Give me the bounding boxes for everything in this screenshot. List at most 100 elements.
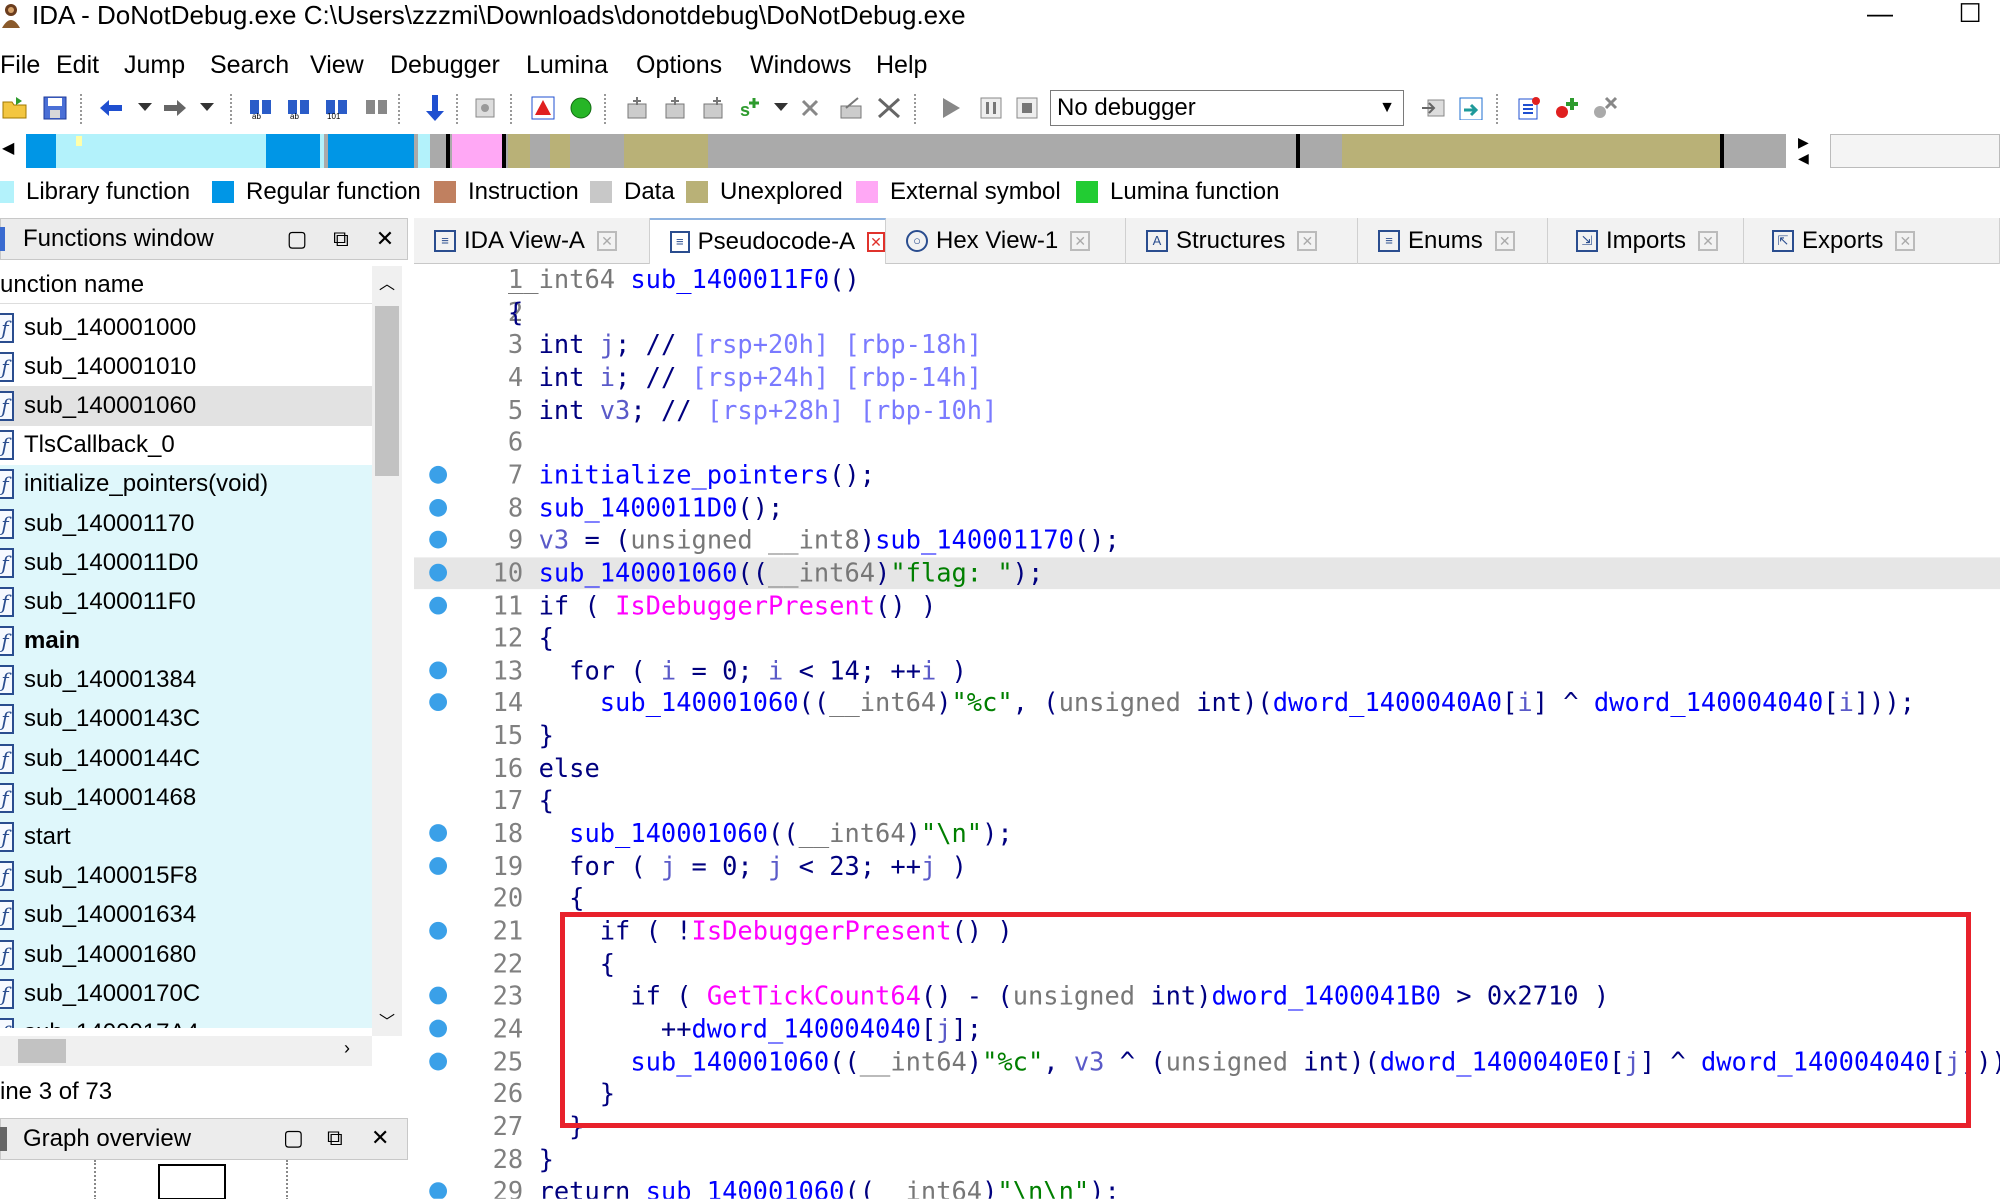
menu-file[interactable]: File xyxy=(0,46,40,84)
close-icon[interactable]: ✕ xyxy=(1895,231,1916,251)
chevron-down-icon[interactable] xyxy=(192,93,222,123)
close-icon[interactable]: ✕ xyxy=(1494,231,1515,251)
script-icon[interactable] xyxy=(470,93,500,123)
function-list-item[interactable]: f sub_140001010 xyxy=(0,347,372,386)
code-line[interactable]: 10 sub_140001060((__int64)"flag: "); xyxy=(414,557,2000,590)
tab-ida-view-a[interactable]: ≡ IDA View-A ✕ xyxy=(414,218,650,264)
code-line[interactable]: 13 for ( i = 0; i < 14; ++i ) xyxy=(414,655,2000,688)
debugger-select[interactable]: No debugger ▼ xyxy=(1050,90,1404,126)
make-code-icon[interactable] xyxy=(622,93,652,123)
code-line[interactable]: 28 } xyxy=(414,1144,2000,1177)
open-folder-icon[interactable] xyxy=(0,93,30,123)
forward-arrow-icon[interactable] xyxy=(160,93,190,123)
panel-close-icon[interactable]: ✕ xyxy=(371,1125,389,1151)
code-line[interactable]: 29 return sub_140001060((__int64)"\n\n")… xyxy=(414,1176,2000,1199)
nav-overview-box[interactable] xyxy=(1830,134,2000,168)
function-list-item[interactable]: f sub_140001170 xyxy=(0,503,372,544)
function-name-column-header[interactable]: unction name xyxy=(0,266,372,304)
function-list-item[interactable]: f sub_140001060 xyxy=(0,386,372,426)
function-list-item[interactable]: f sub_1400015F8 xyxy=(0,856,372,896)
function-list-item[interactable]: f sub_14000143C xyxy=(0,699,372,740)
undefine-icon[interactable] xyxy=(874,93,904,123)
function-list-item[interactable]: f sub_140001680 xyxy=(0,935,372,975)
graph-viewport[interactable] xyxy=(158,1164,226,1199)
breakpoint-dot-icon[interactable] xyxy=(429,1019,448,1038)
function-list-item[interactable]: f main xyxy=(0,621,372,661)
pause-icon[interactable] xyxy=(976,93,1006,123)
panel-close-icon[interactable]: ✕ xyxy=(371,225,399,253)
nav-left-arrow-icon[interactable]: ◀ xyxy=(2,138,14,158)
close-icon[interactable]: ✕ xyxy=(1698,231,1719,251)
struct-var-icon[interactable] xyxy=(796,93,826,123)
breakpoint-dot-icon[interactable] xyxy=(429,824,448,842)
function-list-item[interactable]: f initialize_pointers(void) xyxy=(0,464,372,504)
down-arrow-icon[interactable] xyxy=(420,93,450,123)
code-line[interactable]: 6 xyxy=(414,427,2000,460)
save-icon[interactable] xyxy=(40,93,70,123)
graph-overview-canvas[interactable] xyxy=(0,1160,408,1199)
code-line[interactable]: 9 v3 = (unsigned __int8)sub_140001170(); xyxy=(414,525,2000,558)
play-icon[interactable] xyxy=(936,93,966,123)
scrollbar-thumb[interactable] xyxy=(375,306,399,476)
warning-icon[interactable] xyxy=(528,93,558,123)
menu-help[interactable]: Help xyxy=(876,46,927,84)
breakpoint-dot-icon[interactable] xyxy=(429,661,448,680)
rename-icon[interactable] xyxy=(836,93,866,123)
binoculars-text-next-icon[interactable]: ab xyxy=(284,93,314,123)
scrollbar-thumb[interactable] xyxy=(18,1039,66,1063)
close-icon[interactable]: ✕ xyxy=(1297,231,1318,251)
menu-jump[interactable]: Jump xyxy=(124,46,185,84)
make-data-icon[interactable] xyxy=(660,93,690,123)
code-line[interactable]: 11 if ( IsDebuggerPresent() ) xyxy=(414,590,2000,623)
breakpoint-dot-icon[interactable] xyxy=(429,693,448,712)
breakpoint-dot-icon[interactable] xyxy=(429,1182,448,1199)
function-list-item[interactable]: f sub_14000170C xyxy=(0,974,372,1014)
code-line[interactable]: 14 sub_140001060((__int64)"%c", (unsigne… xyxy=(414,687,2000,720)
function-list-item[interactable]: f sub_140001000 xyxy=(0,308,372,347)
breakpoint-dot-icon[interactable] xyxy=(429,465,448,484)
menu-debugger[interactable]: Debugger xyxy=(390,46,500,84)
code-line[interactable]: 20 { xyxy=(414,883,2000,916)
panel-float-icon[interactable]: ⧉ xyxy=(327,1125,343,1151)
tab-exports[interactable]: ⇱ Exports ✕ xyxy=(1744,218,2000,264)
close-icon[interactable]: ✕ xyxy=(596,231,617,251)
code-line[interactable]: 2{ xyxy=(414,297,2000,330)
delete-breakpoint-icon[interactable] xyxy=(1590,93,1620,123)
function-list-item[interactable]: f sub_140001384 xyxy=(0,660,372,700)
stop-icon[interactable] xyxy=(1012,93,1042,123)
code-line[interactable]: 25 sub_140001060((__int64)"%c", v3 ^ (un… xyxy=(414,1046,2000,1079)
chevron-down-icon[interactable] xyxy=(130,93,160,123)
function-list-item[interactable]: f sub_140001634 xyxy=(0,895,372,935)
code-line[interactable]: 1 __int64 sub_1400011F0() xyxy=(414,264,2000,297)
panel-float-icon[interactable]: ⧉ xyxy=(327,225,355,253)
code-line[interactable]: 7 initialize_pointers(); xyxy=(414,459,2000,492)
binoculars-text-icon[interactable]: ab xyxy=(246,93,276,123)
tab-hex-view-1[interactable]: ○ Hex View-1 ✕ xyxy=(886,218,1126,264)
make-string-icon[interactable]: s xyxy=(736,93,766,123)
navigation-strip[interactable] xyxy=(26,134,1786,168)
back-arrow-icon[interactable] xyxy=(96,93,126,123)
attach-icon[interactable] xyxy=(1418,93,1448,123)
code-line[interactable]: 4 int i; // [rsp+24h] [rbp-14h] xyxy=(414,362,2000,395)
code-line[interactable]: 17 { xyxy=(414,785,2000,818)
function-list-item[interactable]: f sub_140001468 xyxy=(0,778,372,818)
code-line[interactable]: 8 sub_1400011D0(); xyxy=(414,492,2000,525)
binoculars-search-icon[interactable] xyxy=(362,93,392,123)
scroll-down-icon[interactable]: ﹀ xyxy=(379,1008,395,1032)
breakpoint-dot-icon[interactable] xyxy=(429,856,448,875)
code-line[interactable]: 15 } xyxy=(414,720,2000,753)
code-line[interactable]: 21 if ( !IsDebuggerPresent() ) xyxy=(414,916,2000,949)
code-line[interactable]: 26 } xyxy=(414,1078,2000,1111)
menu-options[interactable]: Options xyxy=(636,46,722,84)
breakpoint-dot-icon[interactable] xyxy=(429,1052,448,1070)
tab-pseudocode-a[interactable]: ≡ Pseudocode-A ✕ xyxy=(650,218,886,264)
breakpoint-dot-icon[interactable] xyxy=(429,498,448,517)
make-array-icon[interactable] xyxy=(698,93,728,123)
menu-view[interactable]: View xyxy=(310,46,364,84)
minimize-button[interactable]: — xyxy=(1860,0,1900,30)
code-line[interactable]: 22 { xyxy=(414,948,2000,981)
code-line[interactable]: 12 { xyxy=(414,622,2000,655)
chevron-down-icon[interactable] xyxy=(766,93,796,123)
menu-windows[interactable]: Windows xyxy=(750,46,851,84)
nav-arrows-icon[interactable]: ▶ ◀ xyxy=(1798,134,1809,166)
